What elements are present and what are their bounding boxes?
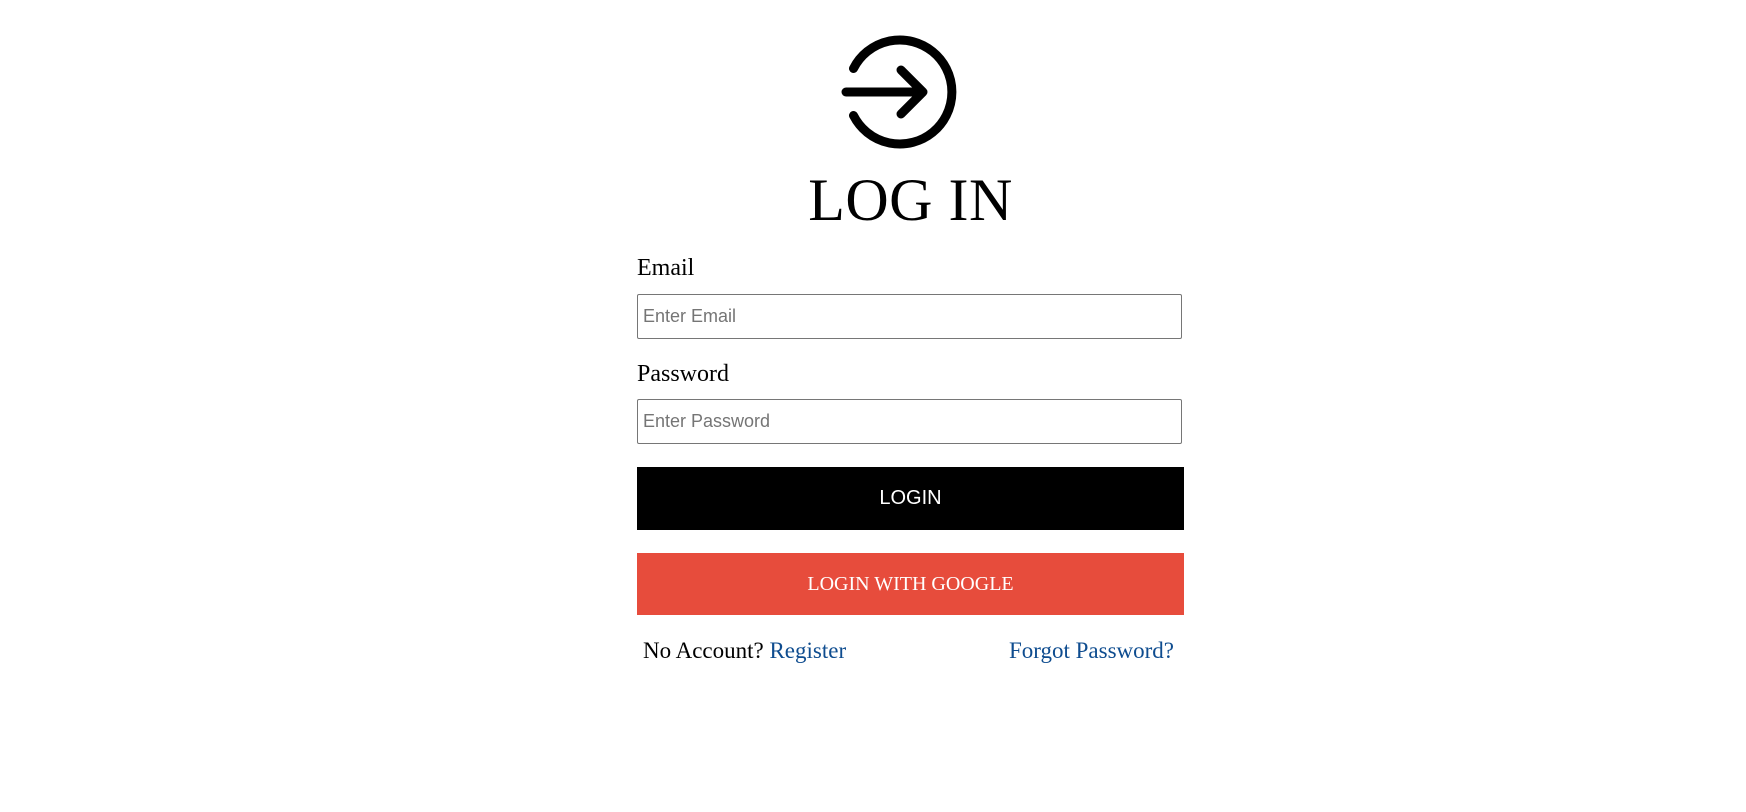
no-account-text: No Account? [643,638,764,663]
login-with-google-button[interactable]: LOGIN WITH GOOGLE [637,553,1184,615]
register-link[interactable]: Register [769,638,846,663]
password-label: Password [637,361,730,387]
form-footer: No Account? Register Forgot Password? [643,637,1174,665]
no-account-prompt: No Account? Register [643,637,846,665]
page-title: LOG IN [808,167,1013,233]
login-button[interactable]: LOGIN [637,467,1184,530]
forgot-password-link[interactable]: Forgot Password? [1009,637,1174,665]
password-input[interactable] [637,399,1182,444]
email-label: Email [637,255,695,281]
email-input[interactable] [637,294,1182,339]
login-arrow-circle-icon [839,32,959,152]
